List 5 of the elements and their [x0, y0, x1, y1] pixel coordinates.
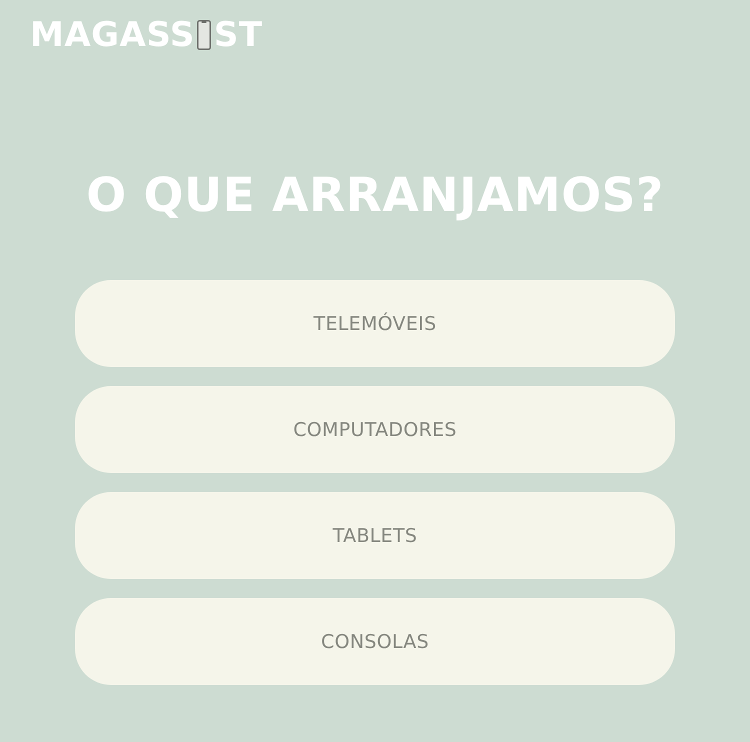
- phone-icon: [196, 20, 211, 50]
- category-button[interactable]: CONSOLAS: [75, 598, 675, 685]
- category-button[interactable]: TABLETS: [75, 492, 675, 579]
- category-button[interactable]: COMPUTADORES: [75, 386, 675, 473]
- category-button[interactable]: TELEMÓVEIS: [75, 280, 675, 367]
